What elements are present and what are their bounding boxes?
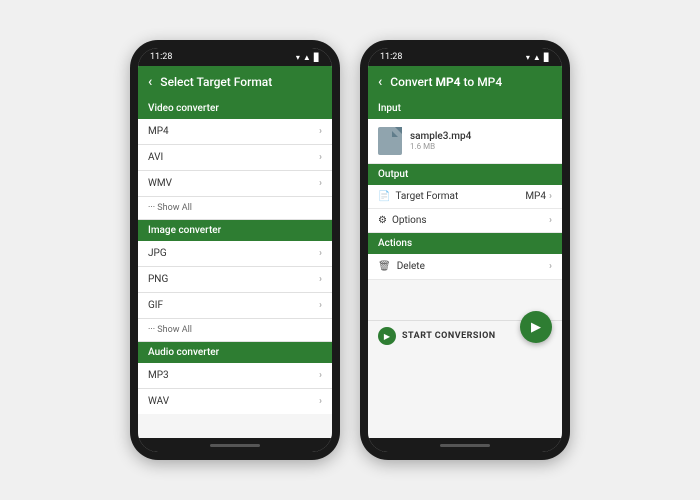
target-format-left: 📄 Target Format [378, 191, 458, 202]
target-format-label: Target Format [395, 191, 458, 202]
right-time: 11:28 [380, 52, 402, 62]
right-status-bar: 11:28 ▾ ▲ ▊ [368, 48, 562, 66]
list-item-avi[interactable]: AVI › [138, 145, 332, 171]
left-screen: 11:28 ▾ ▲ ▊ ‹ Select Target Format Video… [138, 48, 332, 452]
video-show-all[interactable]: ··· Show All [138, 197, 332, 220]
actions-section-header: Actions [368, 233, 562, 254]
right-header: ‹ Convert MP4 to MP4 [368, 66, 562, 98]
right-screen: 11:28 ▾ ▲ ▊ ‹ Convert MP4 to MP4 Input [368, 48, 562, 452]
right-back-button[interactable]: ‹ [378, 74, 382, 90]
play-icon-large: ▶ [531, 320, 541, 335]
image-section-header: Image converter [138, 220, 332, 241]
input-section-header: Input [368, 98, 562, 119]
play-button-small[interactable]: ▶ [378, 327, 396, 345]
list-item-mp3-label: MP3 [148, 370, 169, 381]
left-header: ‹ Select Target Format [138, 66, 332, 98]
list-item-gif-label: GIF [148, 300, 163, 311]
options-chevron: › [549, 215, 552, 226]
list-item-wmv[interactable]: WMV › [138, 171, 332, 197]
left-status-bar: 11:28 ▾ ▲ ▊ [138, 48, 332, 66]
file-info: sample3.mp4 1.6 MB [410, 131, 471, 151]
list-item-wmv-label: WMV [148, 178, 172, 189]
left-back-button[interactable]: ‹ [148, 74, 152, 90]
target-format-chevron: › [549, 191, 552, 202]
output-section-header: Output [368, 164, 562, 185]
left-phone: 11:28 ▾ ▲ ▊ ‹ Select Target Format Video… [130, 40, 340, 460]
list-item-wav-label: WAV [148, 396, 169, 407]
file-icon [378, 127, 402, 155]
doc-icon: 📄 [378, 191, 390, 202]
mp4-chevron: › [319, 126, 322, 137]
list-item-jpg[interactable]: JPG › [138, 241, 332, 267]
right-content: Input sample3.mp4 1.6 MB Output 📄 [368, 98, 562, 438]
gif-chevron: › [319, 300, 322, 311]
list-item-avi-label: AVI [148, 152, 163, 163]
list-item-mp3[interactable]: MP3 › [138, 363, 332, 389]
target-format-value: MP4 › [525, 191, 552, 202]
play-icon-small: ▶ [384, 332, 390, 341]
trash-icon: 🗑 [378, 261, 391, 272]
list-item-png-label: PNG [148, 274, 168, 285]
left-home-indicator [210, 444, 260, 447]
file-row: sample3.mp4 1.6 MB [368, 119, 562, 164]
list-item-wav[interactable]: WAV › [138, 389, 332, 414]
right-bottom-bar [368, 438, 562, 452]
gear-icon: ⚙ [378, 215, 387, 226]
wav-chevron: › [319, 396, 322, 407]
list-item-png[interactable]: PNG › [138, 267, 332, 293]
right-home-indicator [440, 444, 490, 447]
options-left: ⚙ Options [378, 215, 427, 226]
file-size: 1.6 MB [410, 142, 471, 151]
target-format-row[interactable]: 📄 Target Format MP4 › [368, 185, 562, 209]
left-content: Video converter MP4 › AVI › WMV › ··· Sh… [138, 98, 332, 438]
jpg-chevron: › [319, 248, 322, 259]
conversion-bar: ▶ START CONVERSION ▶ [368, 320, 562, 351]
wmv-chevron: › [319, 178, 322, 189]
list-item-mp4-label: MP4 [148, 126, 169, 137]
delete-label: Delete [397, 261, 425, 272]
image-show-all[interactable]: ··· Show All [138, 319, 332, 342]
file-name: sample3.mp4 [410, 131, 471, 142]
play-button-large[interactable]: ▶ [520, 311, 552, 343]
left-time: 11:28 [150, 52, 172, 62]
png-chevron: › [319, 274, 322, 285]
list-item-gif[interactable]: GIF › [138, 293, 332, 319]
delete-chevron: › [549, 261, 552, 272]
right-status-icons: ▾ ▲ ▊ [526, 53, 550, 62]
start-conversion-label: START CONVERSION [402, 331, 496, 341]
video-section-header: Video converter [138, 98, 332, 119]
delete-row[interactable]: 🗑 Delete › [368, 254, 562, 280]
avi-chevron: › [319, 152, 322, 163]
options-label: Options [392, 215, 427, 226]
right-phone: 11:28 ▾ ▲ ▊ ‹ Convert MP4 to MP4 Input [360, 40, 570, 460]
left-header-title: Select Target Format [160, 75, 272, 89]
audio-section-header: Audio converter [138, 342, 332, 363]
right-header-title: Convert MP4 to MP4 [390, 75, 502, 89]
left-bottom-bar [138, 438, 332, 452]
list-item-jpg-label: JPG [148, 248, 167, 259]
options-row[interactable]: ⚙ Options › [368, 209, 562, 233]
mp3-chevron: › [319, 370, 322, 381]
left-status-icons: ▾ ▲ ▊ [296, 53, 320, 62]
list-item-mp4[interactable]: MP4 › [138, 119, 332, 145]
